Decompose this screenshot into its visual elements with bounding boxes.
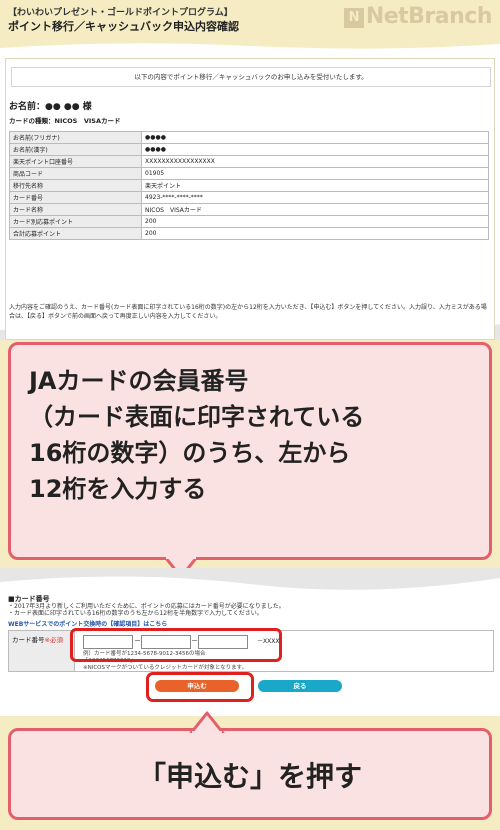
row-value: ●●●● [141,131,489,144]
row-value: 01905 [141,167,489,180]
card-number-note: ・2017年3月より新しくご利用いただくために、ポイントの応募にはカード番号が必… [8,603,285,617]
table-row: カード名称 NICOS VISAカード [9,203,489,216]
card-type: カードの種類：NICOS VISAカード [9,117,121,125]
logo-mark-icon: N [343,8,364,28]
row-label: カード番号 [9,191,142,204]
callout-text: 「申込む」を押す [137,760,362,793]
callout-text: JAカードの会員番号 （カード表面に印字されている 16桁の数字）のうち、左から… [29,367,365,503]
row-label: お名前(漢字) [9,143,142,156]
card-number-label-text: カード番号 [12,636,45,644]
confirmation-panel: 以下の内容でポイント移行／キャッシュバックのお申し込みを受付いたします。 お名前… [5,58,495,340]
row-label: カード名称 [9,203,142,216]
program-subtitle: 【わいわいプレゼント・ゴールドポイントプログラム】 [8,8,233,18]
row-value: 200 [141,227,489,240]
logo-text: NetBranch [365,4,493,29]
row-value: 200 [141,215,489,228]
row-label: お名前(フリガナ) [9,131,142,144]
customer-name: お名前：●● ●● 様 [9,102,92,112]
row-label: カード別応募ポイント [9,215,142,228]
confirmation-notice: 以下の内容でポイント移行／キャッシュバックのお申し込みを受付いたします。 [11,67,491,87]
table-row: 商品コード 01905 [9,167,489,180]
instruction-note: 入力内容をご確認のうえ、カード番号(カード表面に印字されている16桁の数字)の左… [9,304,487,320]
table-row: 移行先名称 楽天ポイント [9,179,489,192]
web-service-link[interactable]: WEBサービスでのポイント交換時の【確認項目】はこちら [8,619,167,628]
table-row: お名前(フリガナ) ●●●● [9,131,489,144]
page-header: 【わいわいプレゼント・ゴールドポイントプログラム】 ポイント移行／キャッシュバッ… [0,0,500,40]
row-label: 合計応募ポイント [9,227,142,240]
row-value: 4923-****-****-**** [141,191,489,204]
row-value: NICOS VISAカード [141,203,489,216]
apply-highlight-ring [146,672,254,702]
back-button[interactable]: 戻る [258,680,342,692]
table-row: お名前(漢字) ●●●● [9,143,489,156]
callout-pointer-icon [189,711,225,733]
instruction-callout-card-number: JAカードの会員番号 （カード表面に印字されている 16桁の数字）のうち、左から… [8,342,492,579]
row-label: 移行先名称 [9,179,142,192]
table-row: カード別応募ポイント 200 [9,215,489,228]
row-value: XXXXXXXXXXXXXXXXX [141,155,489,168]
row-label: 商品コード [9,167,142,180]
row-value: ●●●● [141,143,489,156]
required-mark: ※必須 [44,636,63,644]
table-row: 楽天ポイント口座番号 XXXXXXXXXXXXXXXXX [9,155,489,168]
instruction-callout-apply: 「申込む」を押す [8,711,492,820]
input-highlight-ring [70,628,282,662]
application-details-table: お名前(フリガナ) ●●●● お名前(漢字) ●●●● 楽天ポイント口座番号 XXXX… [9,131,489,240]
row-value: 楽天ポイント [141,179,489,192]
table-row: カード番号 4923-****-****-**** [9,191,489,204]
page-title: ポイント移行／キャッシュバック申込内容確認 [8,20,239,33]
row-label: 楽天ポイント口座番号 [9,155,142,168]
confirmation-screenshot: 以下の内容でポイント移行／キャッシュバックのお申し込みを受付いたします。 お名前… [0,40,500,340]
card-number-label: カード番号※必須 [9,631,75,671]
card-number-screenshot: ■カード番号 ・2017年3月より新しくご利用いただくために、ポイントの応募には… [0,568,500,716]
netbranch-logo: N NetBranch [343,4,493,29]
table-row: 合計応募ポイント 200 [9,227,489,240]
